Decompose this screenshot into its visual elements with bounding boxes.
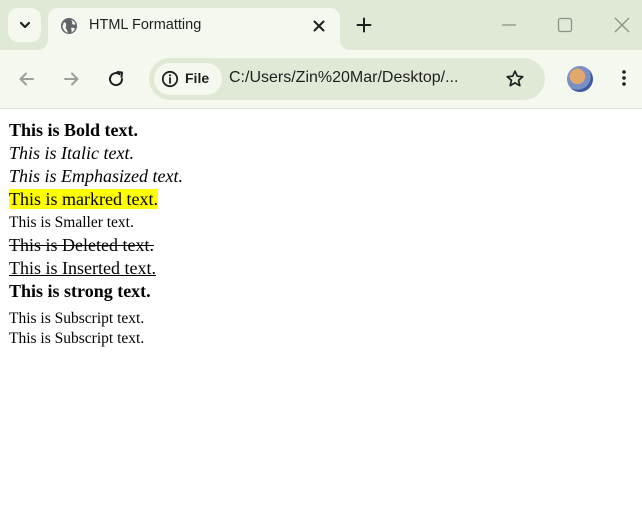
new-tab-icon[interactable]: [355, 16, 373, 34]
globe-icon: [61, 18, 77, 34]
url-text[interactable]: C:/Users/Zin%20Mar/Desktop/...: [229, 69, 458, 87]
tab-title: HTML Formatting: [89, 17, 202, 33]
star-icon[interactable]: [505, 69, 525, 89]
avatar[interactable]: [567, 66, 593, 92]
browser-toolbar: File C:/Users/Zin%20Mar/Desktop/...: [0, 50, 642, 109]
bold-text: This is Bold text.: [9, 120, 139, 140]
menu-icon[interactable]: [614, 68, 634, 88]
forward-arrow-icon[interactable]: [61, 69, 81, 89]
info-icon: [161, 70, 179, 88]
inserted-text: This is Inserted text.: [9, 258, 156, 278]
close-window-icon[interactable]: [613, 16, 631, 34]
back-arrow-icon[interactable]: [17, 69, 37, 89]
deleted-text: This is Deleted text.: [9, 235, 154, 255]
subscript-text-1: This is Subscript text.: [9, 310, 145, 327]
tab-search-button[interactable]: [8, 8, 41, 42]
emphasized-text: This is Emphasized text.: [9, 166, 183, 186]
subscript-text-2: This is Subscript text.: [9, 330, 145, 347]
site-info-chip[interactable]: File: [154, 63, 222, 95]
site-chip-label: File: [185, 70, 210, 86]
italic-text: This is Italic text.: [9, 143, 134, 163]
minimize-icon[interactable]: [500, 16, 518, 34]
address-bar[interactable]: File C:/Users/Zin%20Mar/Desktop/...: [149, 58, 545, 100]
strong-text: This is strong text.: [9, 281, 151, 301]
close-tab-icon[interactable]: [310, 17, 328, 35]
page-content: This is Bold text. This is Italic text. …: [9, 119, 629, 349]
maximize-icon[interactable]: [556, 16, 574, 34]
browser-tab-strip: HTML Formatting: [0, 0, 642, 50]
marked-text: This is markred text.: [9, 189, 158, 209]
reload-icon[interactable]: [106, 69, 126, 89]
smaller-text: This is Smaller text.: [9, 214, 134, 231]
active-tab[interactable]: HTML Formatting: [48, 8, 340, 50]
chevron-down-icon: [19, 21, 30, 29]
